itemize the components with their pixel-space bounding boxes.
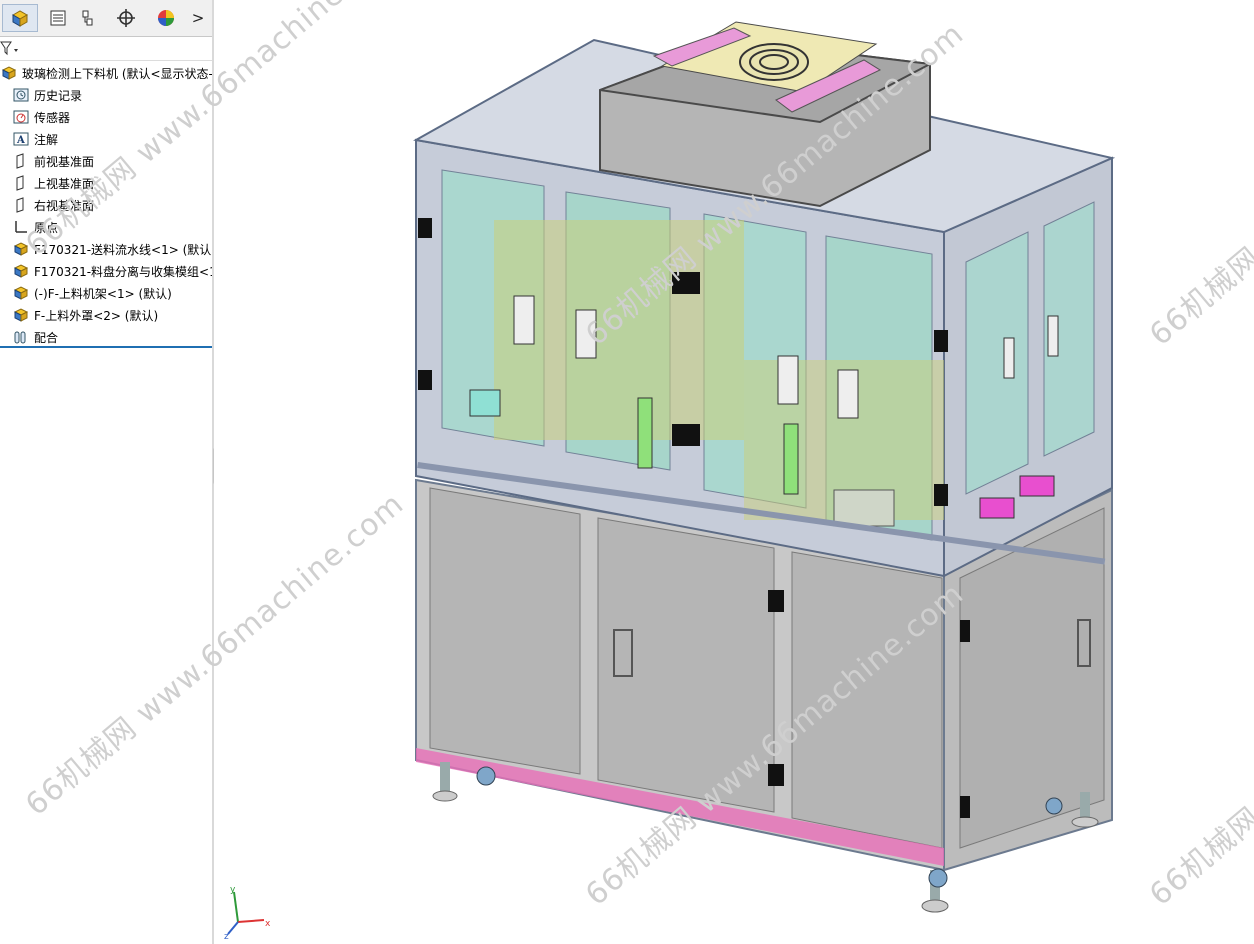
- tree-item-label: 注解: [34, 132, 59, 147]
- feature-tree-tab[interactable]: [2, 4, 38, 32]
- mates-icon: [12, 328, 30, 346]
- plane-icon: [12, 152, 30, 170]
- tree-end-divider: [0, 346, 212, 348]
- tree-item[interactable]: F170321-料盘分离与收集模组<1: [0, 260, 212, 282]
- triad-y-label: y: [230, 885, 236, 895]
- tree-item[interactable]: (-)F-上料机架<1> (默认): [0, 282, 212, 304]
- triad-z-label: z: [224, 932, 229, 940]
- tree-root-label: 玻璃检测上下料机 (默认<显示状态-1: [22, 66, 212, 81]
- svg-text:A: A: [16, 135, 25, 146]
- feature-manager-toolbar: >: [0, 0, 212, 37]
- dimxpert-icon: [117, 9, 135, 27]
- display-manager-tab[interactable]: [148, 4, 184, 32]
- property-manager-icon: [50, 10, 66, 26]
- feature-tree-icon: [11, 10, 29, 27]
- tree-item-label: 配合: [34, 330, 59, 345]
- tree-item-label: 历史记录: [34, 88, 83, 103]
- configuration-manager-tab[interactable]: [70, 4, 106, 32]
- more-tabs-button[interactable]: >: [186, 4, 210, 32]
- reference-triad: y x z: [224, 885, 271, 940]
- tree-item[interactable]: F-上料外罩<2> (默认): [0, 304, 212, 326]
- tree-item-label: 传感器: [34, 110, 71, 125]
- plane-icon: [12, 174, 30, 192]
- annotation-icon: A: [12, 130, 30, 148]
- tree-item-label: 前视基准面: [34, 154, 95, 169]
- filter-icon[interactable]: [0, 40, 20, 56]
- tree-item-label: F170321-料盘分离与收集模组<1: [34, 264, 212, 279]
- chevron-right-icon: >: [191, 9, 205, 27]
- assembly-icon: [0, 64, 18, 82]
- history-icon: [12, 86, 30, 104]
- plane-icon: [12, 196, 30, 214]
- tree-item[interactable]: 配合: [0, 326, 212, 348]
- subassembly-icon: [12, 262, 30, 280]
- tree-filter-row[interactable]: [0, 36, 212, 61]
- tree-root-assembly[interactable]: 玻璃检测上下料机 (默认<显示状态-1: [0, 62, 212, 84]
- triad-x-label: x: [265, 919, 271, 929]
- display-manager-icon: [158, 10, 174, 26]
- tree-item-label: F-上料外罩<2> (默认): [34, 308, 159, 323]
- dimxpert-tab[interactable]: [108, 4, 144, 32]
- tree-item-label: (-)F-上料机架<1> (默认): [34, 286, 172, 301]
- subassembly-icon: [12, 306, 30, 324]
- configuration-manager-icon: [82, 10, 93, 26]
- subassembly-icon: [12, 284, 30, 302]
- graphics-area[interactable]: 66机械网 www.66machine.com 66机械网 www.66mach…: [19, 0, 1254, 944]
- sensor-icon: [12, 108, 30, 126]
